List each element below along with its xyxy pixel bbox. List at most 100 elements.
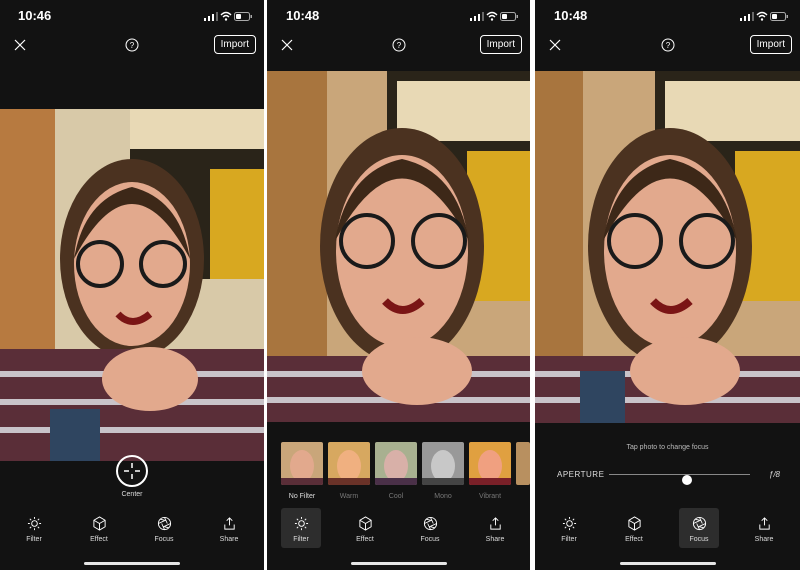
- tool-label: Focus: [154, 536, 174, 543]
- close-icon[interactable]: [549, 39, 561, 51]
- filter-strip: No Filter Warm Cool Mono Vibrant: [281, 442, 530, 502]
- tool-focus[interactable]: Focus: [679, 508, 719, 548]
- filter-label: Cool: [388, 493, 404, 500]
- tool-effect[interactable]: Effect: [345, 508, 385, 548]
- status-time: 10:48: [554, 8, 588, 23]
- top-bar: ? Import: [535, 34, 800, 56]
- focus-hint: Tap photo to change focus: [626, 444, 709, 451]
- filter-preview-image: [281, 442, 323, 485]
- top-bar: ? Import: [0, 34, 264, 56]
- tool-label: Share: [754, 536, 774, 543]
- tool-label: Effect: [90, 536, 108, 543]
- help-icon[interactable]: ?: [392, 38, 406, 52]
- tool-focus[interactable]: Focus: [410, 508, 450, 548]
- tool-effect[interactable]: Effect: [79, 508, 119, 548]
- import-button[interactable]: Import: [749, 35, 792, 54]
- portrait-image: [0, 109, 264, 461]
- cube-icon: [358, 516, 372, 531]
- sun-icon: [562, 516, 576, 531]
- status-time: 10:48: [286, 8, 320, 23]
- cube-icon: [627, 516, 641, 531]
- top-bar: ? Import: [267, 34, 530, 56]
- tool-share[interactable]: Share: [209, 508, 249, 548]
- svg-text:?: ?: [665, 41, 670, 50]
- tool-label: Focus: [420, 536, 440, 543]
- phone-screen-1: 10:46 ? Import Center Filter Effect Focu…: [0, 0, 264, 570]
- bottom-toolbar: Filter Effect Focus Share: [535, 508, 800, 552]
- portrait-image: [535, 71, 800, 423]
- filter-preview-image: [328, 442, 370, 485]
- filter-preview-image: [516, 442, 530, 485]
- tool-share[interactable]: Share: [475, 508, 515, 548]
- tool-label: Share: [485, 536, 505, 543]
- signal-icon: [740, 12, 754, 21]
- aperture-control: APERTURE ƒ/8: [557, 468, 780, 485]
- filter-preview-image: [375, 442, 417, 485]
- status-bar: 10:48: [535, 0, 800, 34]
- tool-label: Filter: [26, 536, 42, 543]
- tool-focus[interactable]: Focus: [144, 508, 184, 548]
- aperture-icon: [157, 516, 171, 531]
- aperture-slider-track[interactable]: [609, 474, 750, 485]
- signal-icon: [470, 12, 484, 21]
- tool-label: Effect: [625, 536, 643, 543]
- wifi-icon: [220, 11, 232, 21]
- filter-label: Mono: [434, 493, 452, 500]
- filter-preview-image: [469, 442, 511, 485]
- import-button[interactable]: Import: [213, 35, 256, 54]
- center-focus-control[interactable]: Center: [116, 455, 148, 498]
- photo-preview[interactable]: [267, 71, 530, 422]
- tool-share[interactable]: Share: [744, 508, 784, 548]
- import-button[interactable]: Import: [479, 35, 522, 54]
- share-icon: [758, 517, 770, 530]
- filter-thumb-no-filter[interactable]: [281, 442, 323, 485]
- filter-label: No Filter: [288, 493, 316, 500]
- aperture-icon: [692, 516, 706, 531]
- tool-label: Effect: [356, 536, 374, 543]
- photo-preview[interactable]: [0, 109, 264, 461]
- filter-label: Vibrant: [478, 493, 502, 500]
- battery-icon: [234, 12, 252, 21]
- help-icon[interactable]: ?: [125, 38, 139, 52]
- filter-preview-image: [422, 442, 464, 485]
- filter-label: Warm: [339, 493, 359, 500]
- tool-label: Focus: [689, 536, 709, 543]
- signal-icon: [204, 12, 218, 21]
- tool-effect[interactable]: Effect: [614, 508, 654, 548]
- share-icon: [223, 517, 235, 530]
- tool-filter[interactable]: Filter: [281, 508, 321, 548]
- close-icon[interactable]: [281, 39, 293, 51]
- svg-text:?: ?: [130, 41, 135, 50]
- svg-text:?: ?: [396, 41, 401, 50]
- crosshair-icon[interactable]: [116, 455, 148, 487]
- cube-icon: [92, 516, 106, 531]
- tool-filter[interactable]: Filter: [14, 508, 54, 548]
- share-icon: [489, 517, 501, 530]
- help-icon[interactable]: ?: [661, 38, 675, 52]
- bottom-toolbar: Filter Effect Focus Share: [267, 508, 530, 552]
- aperture-slider-knob[interactable]: [681, 475, 692, 485]
- home-indicator[interactable]: [350, 562, 447, 565]
- close-icon[interactable]: [14, 39, 26, 51]
- battery-icon: [500, 12, 518, 21]
- home-indicator[interactable]: [619, 562, 716, 565]
- tool-filter[interactable]: Filter: [549, 508, 589, 548]
- battery-icon: [770, 12, 788, 21]
- filter-thumb-mono[interactable]: [422, 442, 464, 485]
- tool-label: Share: [219, 536, 239, 543]
- status-bar: 10:46: [0, 0, 264, 34]
- aperture-value: ƒ/8: [768, 470, 780, 479]
- status-bar: 10:48: [267, 0, 530, 34]
- bottom-toolbar: Filter Effect Focus Share: [0, 508, 264, 552]
- filter-thumb-cool[interactable]: [375, 442, 417, 485]
- filter-thumb-partial[interactable]: [516, 442, 530, 485]
- portrait-image: [267, 71, 530, 422]
- status-time: 10:46: [18, 8, 52, 23]
- filter-thumb-warm[interactable]: [328, 442, 370, 485]
- aperture-icon: [423, 516, 437, 531]
- home-indicator[interactable]: [84, 562, 180, 565]
- photo-preview[interactable]: [535, 71, 800, 423]
- sun-icon: [294, 516, 308, 531]
- filter-thumb-vibrant[interactable]: [469, 442, 511, 485]
- phone-screen-3: 10:48 ? Import Tap photo to change focus…: [535, 0, 800, 570]
